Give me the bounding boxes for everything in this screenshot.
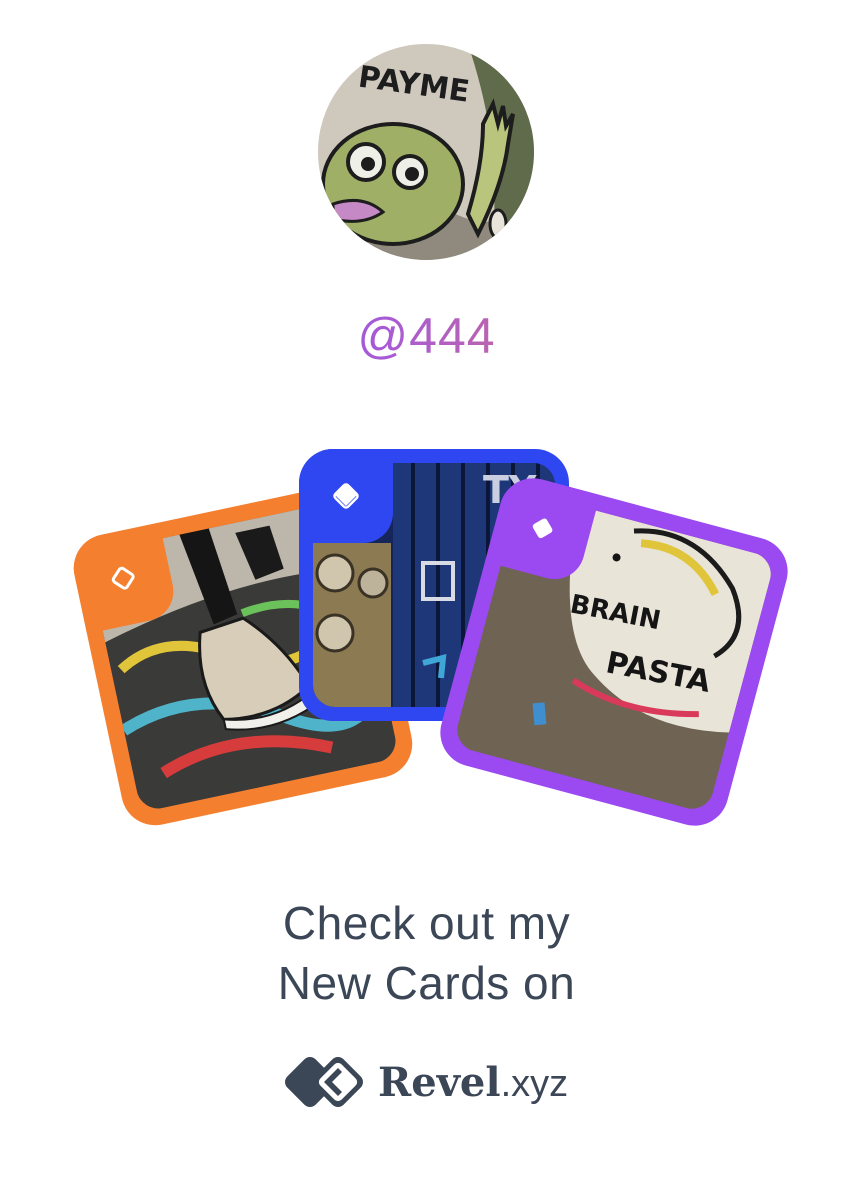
revel-logo-icon — [285, 1057, 363, 1107]
revel-brand-link[interactable]: Revel.xyz — [280, 1050, 580, 1116]
cta-line-1: Check out my — [282, 897, 571, 949]
cards-stack: TY BRAIN PASTA — [0, 0, 853, 1200]
diamond-filled-icon — [532, 518, 553, 539]
brand-name: Revel — [378, 1059, 501, 1106]
brand-tld: .xyz — [500, 1063, 569, 1105]
cta-line-2: New Cards on — [277, 957, 576, 1009]
card-blue-tab — [299, 449, 393, 543]
diamond-outline-icon — [111, 566, 135, 590]
cta-text: Check out my New Cards on — [0, 893, 853, 1013]
diamond-half-filled-icon — [333, 483, 359, 509]
brand-wordmark: Revel.xyz — [378, 1056, 568, 1111]
